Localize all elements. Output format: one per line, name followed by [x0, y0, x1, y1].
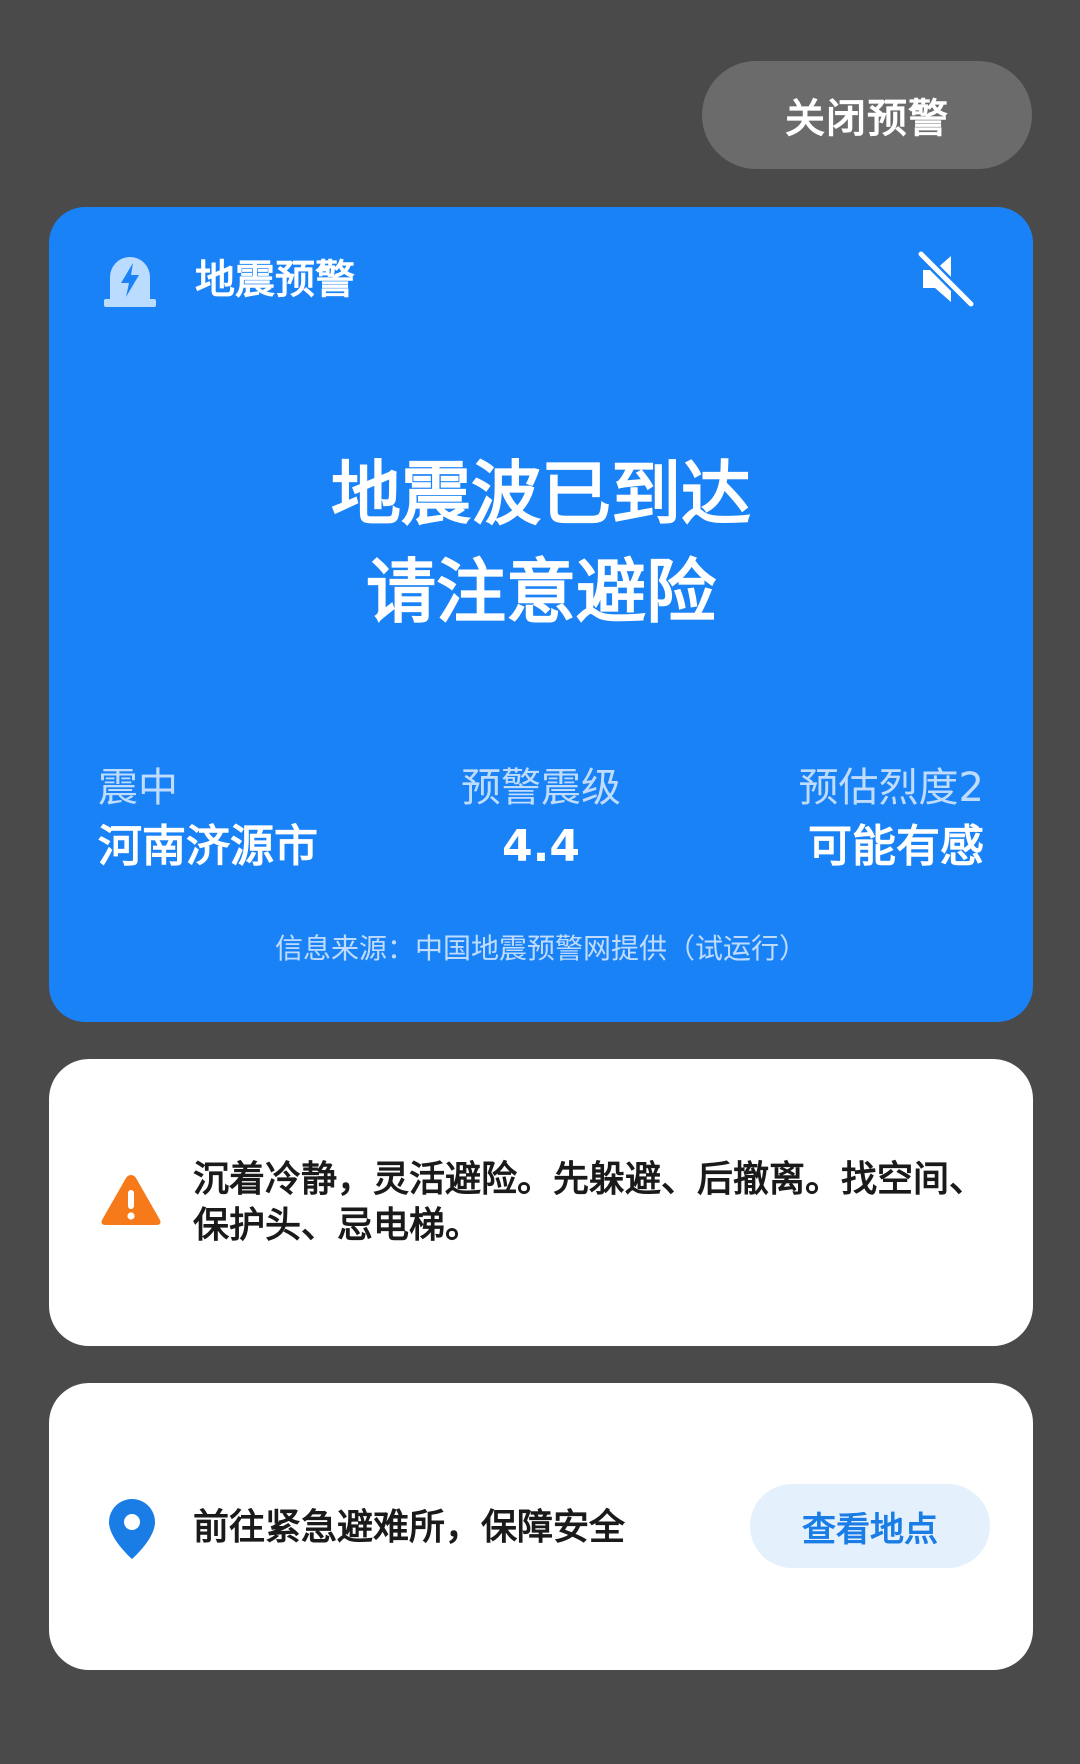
magnitude-value: 4.4 [502, 821, 580, 872]
alert-title: 地震预警 [195, 257, 355, 303]
intensity-info: 预估烈度2 可能有感 [799, 763, 984, 875]
speaker-muted-icon[interactable] [915, 248, 977, 310]
epicenter-info: 震中 河南济源市 [98, 763, 318, 875]
intensity-value: 可能有感 [808, 821, 984, 872]
epicenter-value: 河南济源市 [98, 821, 318, 872]
headline-line-1: 地震波已到达 [331, 453, 751, 535]
earthquake-alert-card: 地震预警 地震波已到达 请注意避险 震中 河南济源市 预警震级 4.4 预估烈度… [49, 207, 1033, 1022]
shelter-card: 前往紧急避难所，保障安全 查看地点 [49, 1383, 1033, 1670]
alarm-light-icon [101, 251, 159, 309]
warning-triangle-icon [100, 1172, 162, 1228]
location-pin-icon [107, 1497, 157, 1561]
headline-line-2: 请注意避险 [366, 551, 716, 633]
view-location-button[interactable]: 查看地点 [750, 1484, 990, 1568]
magnitude-label: 预警震级 [461, 765, 621, 811]
alert-headline: 地震波已到达 请注意避险 [49, 445, 1033, 641]
epicenter-label: 震中 [98, 765, 178, 811]
magnitude-info: 预警震级 4.4 [401, 763, 681, 875]
safety-tip-card: 沉着冷静，灵活避险。先躲避、后撤离。找空间、保护头、忌电梯。 [49, 1059, 1033, 1346]
info-source: 信息来源：中国地震预警网提供（试运行） [274, 932, 807, 965]
shelter-text: 前往紧急避难所，保障安全 [193, 1507, 626, 1548]
close-alert-button[interactable]: 关闭预警 [702, 61, 1032, 169]
safety-tip-text: 沉着冷静，灵活避险。先躲避、后撤离。找空间、保护头、忌电梯。 [193, 1159, 986, 1246]
intensity-label: 预估烈度2 [798, 765, 984, 811]
